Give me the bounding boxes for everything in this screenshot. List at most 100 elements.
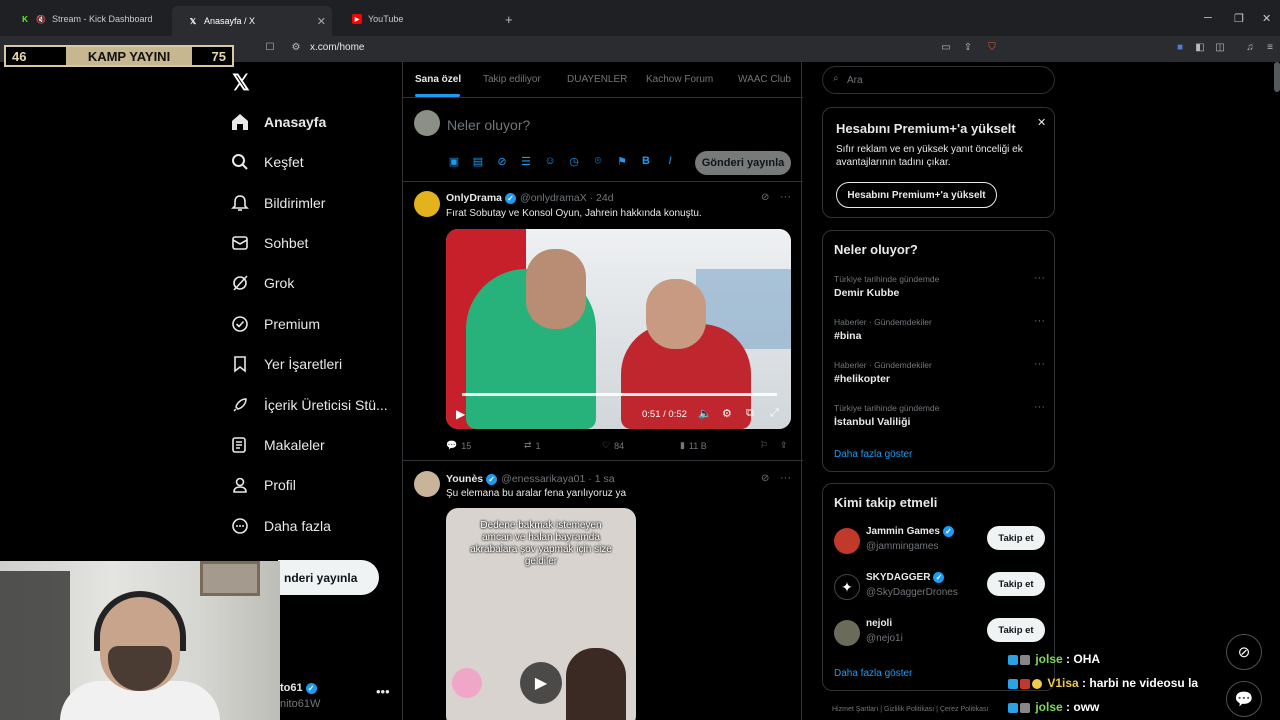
flag-icon[interactable]: ⚑ — [615, 155, 629, 169]
account-switcher[interactable]: to61 ✓ nito61W ••• — [280, 680, 400, 716]
play-icon[interactable]: ▶ — [456, 407, 465, 421]
footer-links[interactable]: Hizmet Şartları | Gizlilik Politikası | … — [832, 706, 989, 713]
trend-item[interactable]: Haberler · Gündemdekiler #helikopter ··· — [834, 358, 1045, 385]
follow-button[interactable]: Takip et — [987, 526, 1045, 550]
nav-more[interactable]: Daha fazla — [230, 514, 331, 538]
minimize-icon[interactable]: ─ — [1204, 12, 1212, 24]
tab-kick[interactable]: K 🔇 Stream - Kick Dashboard — [4, 8, 169, 30]
nav-home[interactable]: Anasayfa — [230, 110, 326, 134]
tweet-author[interactable]: Younès ✓ @enessarikaya01 · 1 sa — [446, 473, 615, 485]
extension-icon[interactable]: ◫ — [1214, 42, 1226, 54]
x-logo-icon[interactable]: 𝕏 — [232, 70, 250, 96]
avatar[interactable] — [414, 110, 440, 136]
composer-input[interactable]: Neler oluyor? — [447, 117, 530, 133]
settings-icon[interactable]: ⚙ — [722, 407, 732, 420]
search-box[interactable]: ⌕ — [822, 66, 1055, 94]
bookmark-icon[interactable]: ⚐ — [760, 440, 768, 451]
more-dots-icon[interactable]: ··· — [1034, 272, 1045, 284]
premium-upgrade-button[interactable]: Hesabını Premium+'a yükselt — [836, 182, 997, 208]
nav-explore[interactable]: Keşfet — [230, 150, 304, 174]
nav-premium[interactable]: Premium — [230, 312, 320, 336]
cast-icon[interactable]: ▭ — [940, 42, 952, 54]
close-window-icon[interactable]: ✕ — [1262, 12, 1271, 25]
nav-notifications[interactable]: Bildirimler — [230, 191, 325, 215]
new-tab-button[interactable]: + — [505, 12, 513, 27]
scrollbar[interactable] — [1274, 62, 1280, 92]
tweet[interactable]: Younès ✓ @enessarikaya01 · 1 sa ⊘ ··· Şu e… — [403, 462, 803, 720]
bold-icon[interactable]: B — [639, 155, 653, 169]
avatar[interactable]: ✦ — [834, 574, 860, 600]
pip-icon[interactable]: ⧉ — [746, 407, 754, 420]
avatar[interactable] — [834, 620, 860, 646]
tab-x[interactable]: 𝕏 Anasayfa / X ✕ — [172, 6, 332, 36]
extension-icon[interactable]: ◧ — [1194, 42, 1206, 54]
url-field[interactable]: x.com/home — [310, 42, 364, 53]
play-icon[interactable]: ▶ — [520, 662, 562, 704]
follow-suggestion[interactable]: ✦ SKYDAGGER ✓ @SkyDaggerDrones Takip et — [834, 572, 1049, 608]
tweet-author[interactable]: OnlyDrama ✓ @onlydramaX · 24d — [446, 192, 614, 204]
repost-button[interactable]: ⇄ 1 — [524, 440, 541, 451]
share-icon[interactable]: ⇪ — [780, 440, 788, 451]
composer-post-button[interactable]: Gönderi yayınla — [695, 151, 791, 175]
search-input[interactable] — [847, 71, 1037, 89]
poll-icon[interactable]: ☰ — [519, 155, 533, 169]
close-icon[interactable]: ✕ — [1037, 116, 1046, 129]
grok-fab-icon[interactable]: ⊘ — [1226, 634, 1262, 670]
more-dots-icon[interactable]: ··· — [780, 472, 791, 484]
follow-suggestion[interactable]: Jammin Games ✓ @jammingames Takip et — [834, 526, 1049, 562]
reply-button[interactable]: 💬 15 — [446, 440, 471, 451]
nav-messages[interactable]: Sohbet — [230, 231, 308, 255]
avatar[interactable] — [414, 471, 440, 497]
nav-grok[interactable]: Grok — [230, 271, 294, 295]
location-icon[interactable]: ⌾ — [591, 155, 605, 169]
nav-profile[interactable]: Profil — [230, 473, 296, 497]
post-button[interactable]: nderi yayınla — [278, 560, 379, 595]
tab-youtube[interactable]: ▶ YouTube — [336, 8, 496, 30]
more-dots-icon[interactable]: ··· — [780, 191, 791, 203]
nav-articles[interactable]: Makaleler — [230, 433, 325, 457]
emoji-icon[interactable]: ☺ — [543, 155, 557, 169]
follow-button[interactable]: Takip et — [987, 572, 1045, 596]
messages-fab-icon[interactable]: 💬 — [1226, 681, 1262, 717]
brave-shield-icon[interactable]: ⛉ — [986, 42, 998, 54]
more-dots-icon[interactable]: ··· — [1034, 401, 1045, 413]
like-button[interactable]: ♡ 84 — [602, 440, 624, 451]
restore-icon[interactable]: ❐ — [1234, 12, 1244, 25]
share-icon[interactable]: ⇪ — [962, 42, 974, 54]
close-tab-icon[interactable]: ✕ — [317, 15, 326, 28]
tweet-video[interactable]: Dedene bakmak istemeyen amcan ve halan b… — [446, 508, 636, 720]
follow-button[interactable]: Takip et — [987, 618, 1045, 642]
schedule-icon[interactable]: ◷ — [567, 155, 581, 169]
avatar[interactable] — [414, 191, 440, 217]
tab-waac-club[interactable]: WAAC Club — [738, 74, 791, 85]
media-icon[interactable]: ♫ — [1244, 42, 1256, 54]
more-dots-icon[interactable]: ••• — [376, 684, 390, 699]
views-button[interactable]: ▮ 11 B — [680, 440, 707, 451]
tweet-video[interactable]: ▶ 0:51 / 0:52 🔈 ⚙ ⧉ ⤢ — [446, 229, 791, 429]
nav-creator-studio[interactable]: İçerik Üreticisi Stü... — [230, 393, 388, 417]
grok-icon[interactable]: ⊘ — [761, 192, 769, 203]
show-more-link[interactable]: Daha fazla göster — [834, 668, 912, 679]
tab-duayenler[interactable]: DUAYENLER — [567, 74, 627, 85]
bookmark-page-icon[interactable]: ☐ — [264, 42, 276, 54]
tab-for-you[interactable]: Sana özel — [415, 74, 461, 85]
trend-item[interactable]: Türkiye tarihinde gündemde Demir Kubbe ·… — [834, 272, 1045, 299]
more-dots-icon[interactable]: ··· — [1034, 358, 1045, 370]
tab-following[interactable]: Takip ediliyor — [483, 74, 541, 85]
gif-icon[interactable]: ▤ — [471, 155, 485, 169]
nav-bookmarks[interactable]: Yer İşaretleri — [230, 352, 342, 376]
more-dots-icon[interactable]: ··· — [1034, 315, 1045, 327]
image-icon[interactable]: ▣ — [447, 155, 461, 169]
video-progress-bar[interactable] — [462, 393, 777, 396]
tweet[interactable]: OnlyDrama ✓ @onlydramaX · 24d ⊘ ··· Fırat … — [403, 183, 803, 461]
trend-item[interactable]: Türkiye tarihinde gündemde İstanbul Vali… — [834, 401, 1045, 428]
trend-item[interactable]: Haberler · Gündemdekiler #bina ··· — [834, 315, 1045, 342]
menu-icon[interactable]: ≡ — [1264, 42, 1276, 54]
volume-icon[interactable]: 🔈 — [698, 407, 712, 420]
avatar[interactable] — [834, 528, 860, 554]
tab-kachow-forum[interactable]: Kachow Forum — [646, 74, 713, 85]
extension-icon[interactable]: ■ — [1174, 42, 1186, 54]
italic-icon[interactable]: I — [663, 155, 677, 169]
site-info-icon[interactable]: ⚙ — [290, 42, 302, 54]
show-more-link[interactable]: Daha fazla göster — [834, 449, 912, 460]
